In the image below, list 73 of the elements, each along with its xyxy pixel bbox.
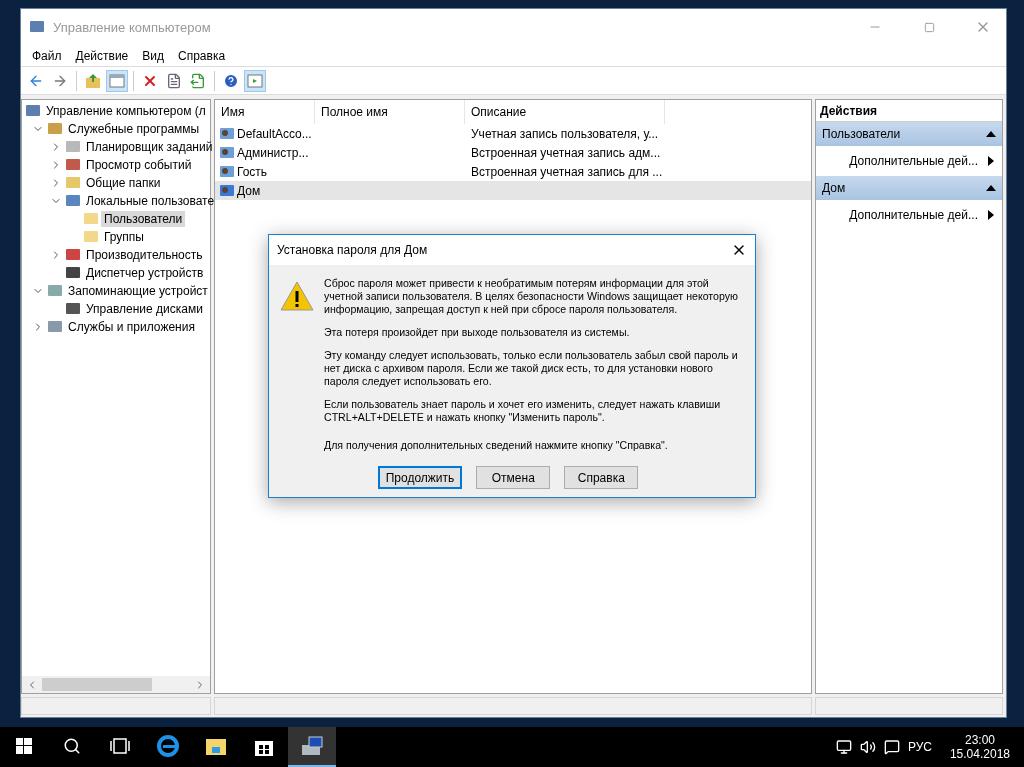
menu-item[interactable]: Файл	[25, 48, 69, 63]
table-cell: Гость	[237, 164, 268, 179]
user-icon	[219, 182, 235, 199]
table-cell-text: Встроенная учетная запись для ...	[470, 164, 664, 179]
volume-icon[interactable]	[859, 739, 876, 755]
network-icon[interactable]	[835, 739, 852, 755]
user-icon	[219, 163, 235, 180]
dialog-title: Установка пароля для Дом	[277, 243, 428, 257]
user-icon	[219, 144, 235, 161]
dialog-button[interactable]: Справка	[564, 466, 639, 489]
maximize-icon	[923, 21, 935, 33]
dialog-text: Эту команду следует использовать, только если пользователь забыл свой пароль и нет диска с архивом пароля. Если же такой диск есть, то для установки нового пароля следует использовать его.	[324, 349, 739, 388]
table-cell: Дом	[237, 183, 261, 198]
collapse-icon[interactable]	[986, 185, 996, 191]
folder-icon	[83, 229, 99, 245]
tree-item[interactable]: Диспетчер устройств	[83, 265, 207, 281]
list-row[interactable]: DefaultAcco... Учетная запись пользователя, у...	[215, 124, 811, 143]
submenu-arrow-icon	[988, 210, 994, 220]
tree-item[interactable]: Локальные пользовате	[83, 193, 218, 209]
column-header[interactable]: Полное имя	[315, 100, 465, 124]
dialog-text: Сброс пароля может привести к необратимым потерям информации для этой учетной записи пользователя. В целях безопасности Windows защищает некоторую информацию, запрещая доступ к ней при сбросе пароля пользователя.	[324, 277, 739, 316]
tree-item[interactable]: Планировщик заданий	[83, 139, 216, 155]
dialog-text: Эта потеря произойдет при выходе пользователя из системы.	[324, 326, 631, 339]
tree-item[interactable]: Управление дисками	[83, 301, 206, 317]
tree-item[interactable]: Просмотр событий	[83, 157, 195, 173]
language-indicator[interactable]: РУС	[907, 740, 932, 754]
window-title: Управление компьютером	[53, 19, 212, 35]
menu-item[interactable]: Вид	[135, 48, 171, 63]
actions-section-header[interactable]: Дом	[816, 176, 1002, 200]
clock-time[interactable]: 23:00	[964, 733, 995, 747]
actions-section-header[interactable]: Пользователи	[816, 122, 1002, 146]
tree-item[interactable]: Пользователи	[101, 211, 186, 227]
dialog-text: Если пользователь знает пароль и хочет его изменить, следует нажать клавиши CTRL+ALT+DELETE и нажать кнопку "Изменить пароль".	[324, 398, 722, 424]
section-title: Пользователи	[822, 127, 901, 141]
list-row[interactable]: Гость Встроенная учетная запись для ...	[215, 162, 811, 181]
table-cell-text: Встроенная учетная запись адм...	[470, 145, 662, 160]
column-header[interactable]: Описание	[465, 100, 665, 124]
menu-item[interactable]: Справка	[171, 48, 233, 63]
taskbar-app[interactable]	[288, 727, 336, 767]
tree-item[interactable]: Служебные программы	[65, 121, 203, 137]
tree-item[interactable]: Управление компьютером (л	[43, 103, 209, 119]
tree-item[interactable]: Запоминающие устройст	[65, 283, 211, 299]
windows-logo-icon	[16, 738, 32, 754]
menu-item[interactable]: Действие	[68, 48, 136, 63]
clock-date[interactable]: 15.04.2018	[949, 747, 1010, 761]
table-cell-text: Учетная запись пользователя, у...	[470, 126, 660, 141]
folder-icon[interactable]	[205, 736, 227, 756]
submenu-arrow-icon	[988, 156, 994, 166]
notifications-icon[interactable]	[883, 739, 900, 755]
task-view-icon	[109, 738, 131, 754]
collapse-icon[interactable]	[986, 131, 996, 137]
computer-management-icon[interactable]	[300, 735, 324, 757]
table-cell: Администр...	[237, 145, 309, 160]
folder-icon	[83, 211, 99, 227]
table-cell: DefaultAcco...	[237, 126, 312, 141]
dialog-text: Для получения дополнительных сведений нажмите кнопку "Справка".	[324, 439, 669, 452]
search-icon	[63, 737, 81, 755]
dialog-button[interactable]: Продолжить	[377, 466, 463, 489]
tree-item[interactable]: Службы и приложения	[65, 319, 198, 335]
browser-icon[interactable]	[157, 735, 179, 757]
list-row[interactable]: Администр... Встроенная учетная запись адм...	[215, 143, 811, 162]
action-item[interactable]: Дополнительные дей...	[849, 154, 978, 168]
tree-item[interactable]: Группы	[101, 229, 147, 245]
column-header[interactable]: Имя	[215, 100, 315, 124]
warning-icon	[280, 281, 314, 311]
user-icon	[219, 125, 235, 142]
tree-item[interactable]: Производительность	[83, 247, 206, 263]
action-item[interactable]: Дополнительные дей...	[849, 208, 978, 222]
list-row[interactable]: Дом	[215, 181, 811, 200]
tree-item[interactable]: Общие папки	[83, 175, 164, 191]
horizontal-scrollbar[interactable]	[22, 676, 210, 693]
section-title: Дом	[822, 181, 846, 195]
dialog-button[interactable]: Отмена	[476, 466, 551, 489]
